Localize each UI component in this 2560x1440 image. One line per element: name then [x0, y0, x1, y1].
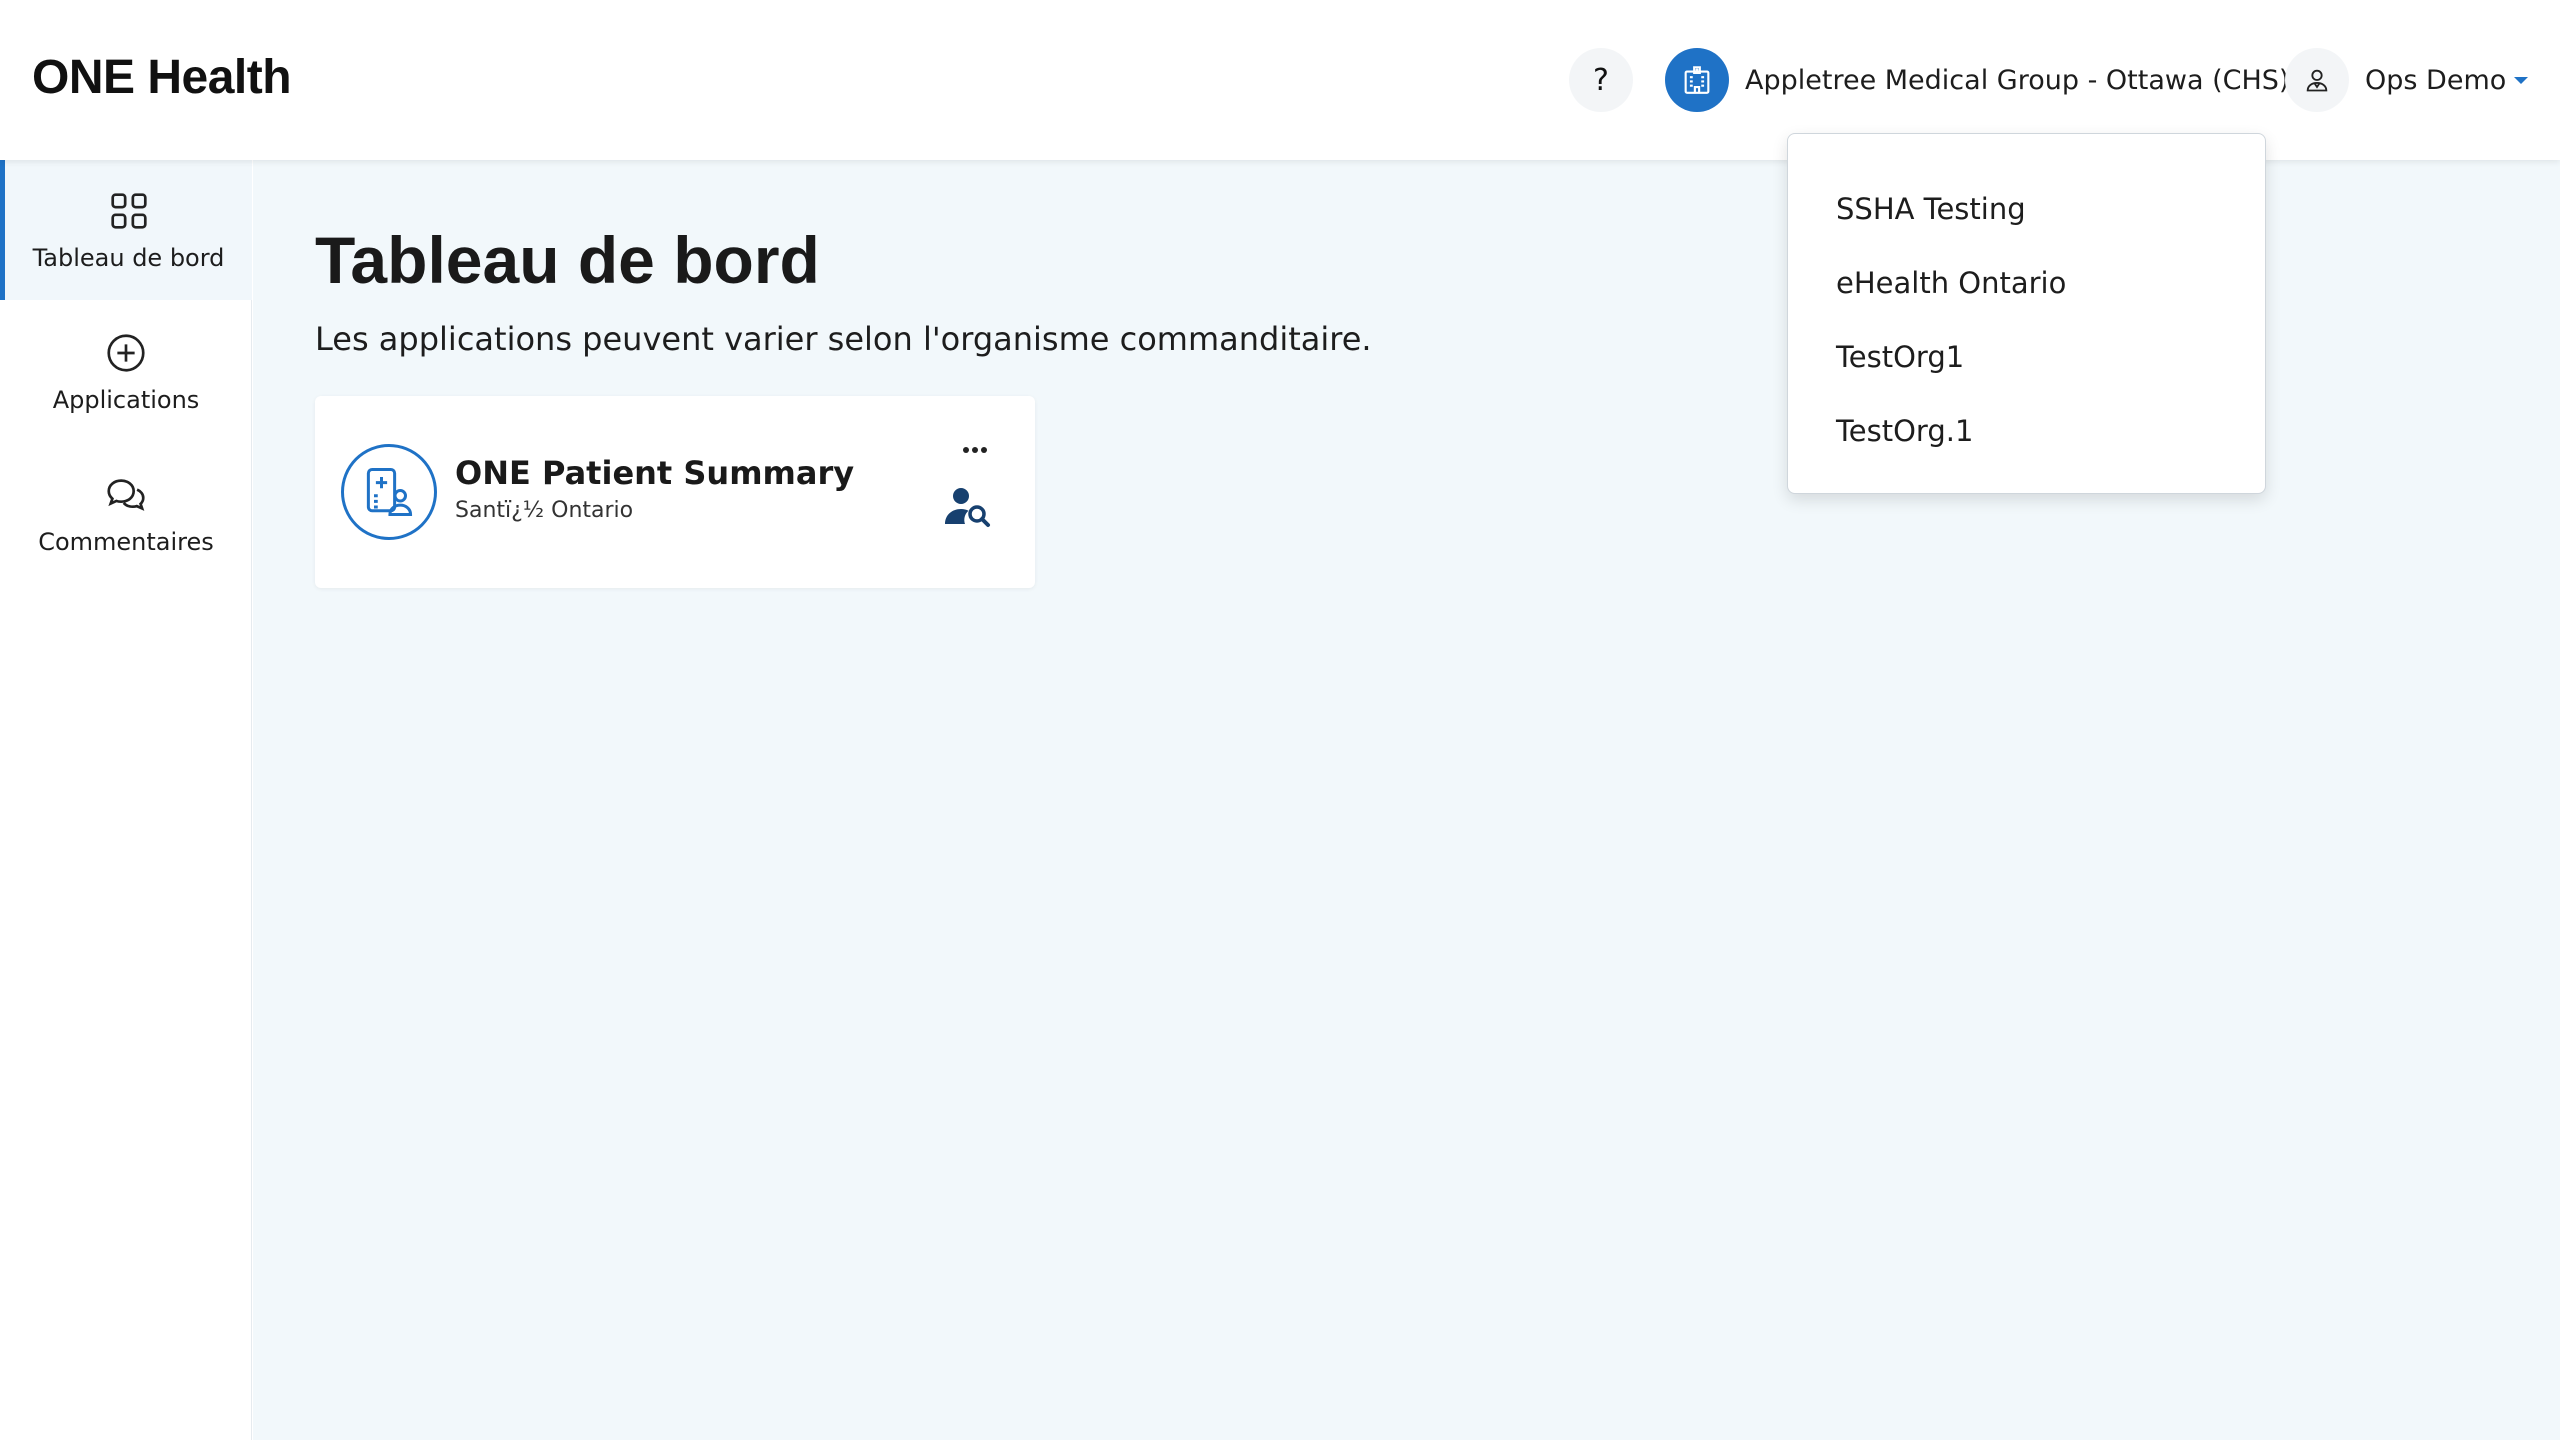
organization-name: Appletree Medical Group - Ottawa (CHS) [1745, 64, 2290, 96]
sidebar: Tableau de bord Applications Commentaire… [0, 160, 252, 1440]
sidebar-item-applications[interactable]: Applications [0, 302, 252, 442]
sidebar-item-label: Applications [52, 386, 200, 414]
more-options-icon[interactable] [955, 438, 995, 462]
plus-circle-icon [107, 334, 145, 372]
help-button[interactable]: ? [1569, 48, 1633, 112]
app-name: ONE Patient Summary [455, 454, 855, 492]
chat-bubbles-icon [107, 479, 145, 511]
dropdown-item-testorg-dot-1[interactable]: TestOrg.1 [1788, 394, 2265, 468]
user-menu[interactable]: Ops Demo [2285, 48, 2529, 112]
sidebar-item-tableau-de-bord[interactable]: Tableau de bord [0, 160, 252, 300]
sidebar-item-label: Tableau de bord [32, 244, 225, 272]
organization-selector[interactable]: Appletree Medical Group - Ottawa (CHS) [1665, 48, 2312, 112]
patient-search-icon[interactable] [943, 484, 993, 528]
page-title: Tableau de bord [315, 223, 820, 297]
app-card-one-patient-summary[interactable]: ONE Patient Summary Santï¿½ Ontario [315, 396, 1035, 588]
organization-dropdown-menu: SSHA Testing eHealth Ontario TestOrg1 Te… [1787, 133, 2266, 494]
patient-record-icon [341, 444, 437, 540]
page-subtitle: Les applications peuvent varier selon l'… [315, 320, 1372, 358]
chevron-down-icon [2514, 76, 2529, 84]
user-name: Ops Demo [2365, 64, 2507, 96]
grid-icon [110, 193, 147, 229]
hospital-icon [1665, 48, 1729, 112]
dropdown-item-ssha-testing[interactable]: SSHA Testing [1788, 172, 2265, 246]
app-logo[interactable]: ONE Health [32, 50, 292, 105]
dropdown-item-testorg1[interactable]: TestOrg1 [1788, 320, 2265, 394]
app-organization: Santï¿½ Ontario [455, 498, 634, 523]
sidebar-item-commentaires[interactable]: Commentaires [0, 444, 252, 584]
dropdown-item-ehealth-ontario[interactable]: eHealth Ontario [1788, 246, 2265, 320]
user-icon [2285, 48, 2349, 112]
sidebar-item-label: Commentaires [38, 528, 214, 556]
